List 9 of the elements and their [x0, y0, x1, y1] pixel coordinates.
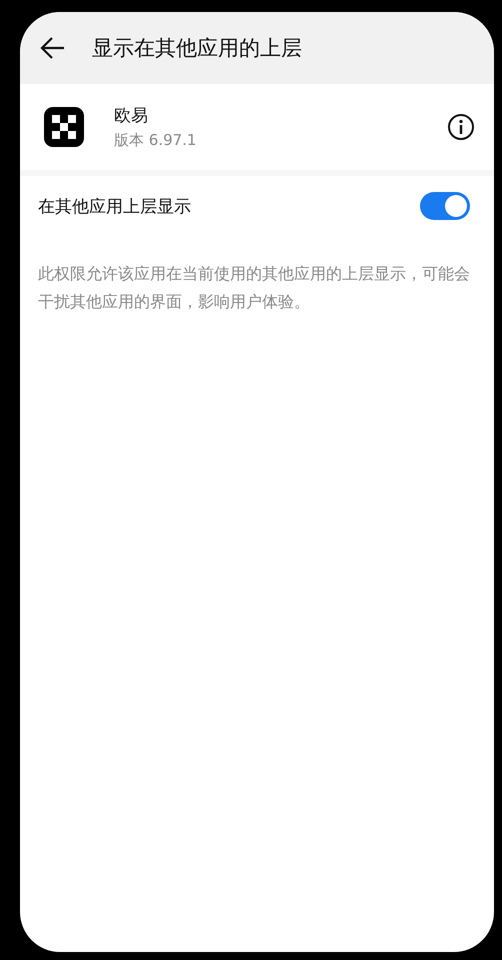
back-button[interactable]	[40, 35, 66, 61]
setting-label: 在其他应用上层显示	[38, 196, 191, 218]
toggle-switch[interactable]	[420, 192, 470, 220]
page-title: 显示在其他应用的上层	[92, 35, 302, 62]
info-icon[interactable]	[446, 112, 476, 142]
app-version: 版本 6.97.1	[114, 131, 198, 150]
app-icon	[44, 107, 84, 147]
description-text: 此权限允许该应用在当前使用的其他应用的上层显示，可能会干扰其他应用的界面，影响用户体验。	[38, 263, 471, 313]
app-name: 欧易	[114, 105, 149, 127]
